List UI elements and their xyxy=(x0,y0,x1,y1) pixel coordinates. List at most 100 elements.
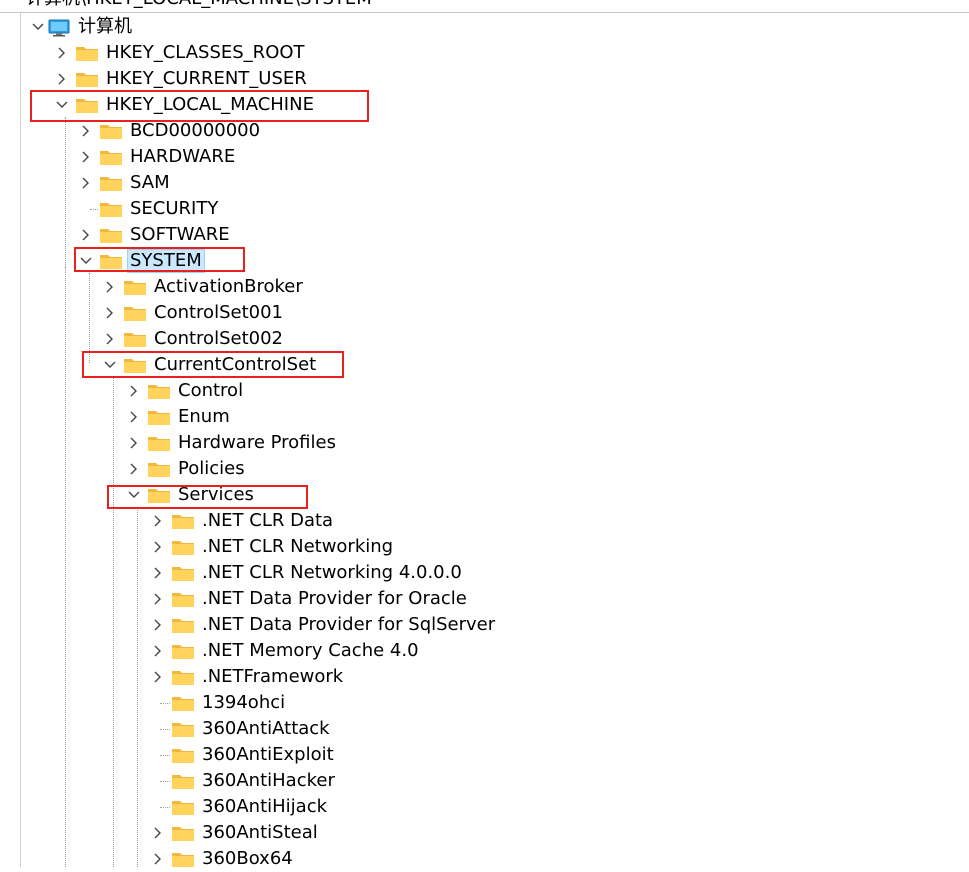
chevron-right-icon[interactable] xyxy=(78,227,94,243)
chevron-right-icon[interactable] xyxy=(102,305,118,321)
tree-node-label: HKEY_CLASSES_ROOT xyxy=(106,42,305,63)
folder-icon xyxy=(172,539,194,555)
tree-node-label: 360AntiHijack xyxy=(202,796,328,817)
tree-node-label: 360AntiExploit xyxy=(202,744,334,765)
chevron-right-icon[interactable] xyxy=(126,409,142,425)
guide-line xyxy=(65,117,66,267)
folder-icon xyxy=(172,747,194,763)
guide-line xyxy=(113,377,114,867)
tree-node-hardware[interactable]: HARDWARE xyxy=(78,144,237,170)
folder-icon xyxy=(148,409,170,425)
folder-icon xyxy=(100,149,122,165)
chevron-right-icon[interactable] xyxy=(150,591,166,607)
chevron-right-icon[interactable] xyxy=(150,669,166,685)
no-expander xyxy=(150,747,166,763)
folder-icon xyxy=(148,461,170,477)
tree-node-service[interactable]: .NET CLR Data xyxy=(150,508,335,534)
chevron-right-icon[interactable] xyxy=(54,45,70,61)
tree-node-label: .NETFramework xyxy=(202,666,344,687)
chevron-right-icon[interactable] xyxy=(126,383,142,399)
tree-node-hkey-current-user[interactable]: HKEY_CURRENT_USER xyxy=(54,66,309,92)
folder-icon xyxy=(124,331,146,347)
tree-node-label: HKEY_CURRENT_USER xyxy=(106,68,307,89)
tree-node-label: SECURITY xyxy=(130,198,219,219)
folder-icon xyxy=(172,773,194,789)
folder-icon xyxy=(172,565,194,581)
folder-icon xyxy=(100,123,122,139)
guide-line xyxy=(137,507,138,867)
no-expander xyxy=(78,201,94,217)
tree-node-security[interactable]: SECURITY xyxy=(78,196,220,222)
tree-node-service[interactable]: 360AntiHacker xyxy=(150,768,337,794)
highlight-box-system xyxy=(74,247,245,272)
tree-node-service[interactable]: 360AntiExploit xyxy=(150,742,336,768)
tree-node-label: SAM xyxy=(130,172,170,193)
folder-icon xyxy=(100,175,122,191)
tree-node-service[interactable]: .NET Memory Cache 4.0 xyxy=(150,638,421,664)
tree-node-service[interactable]: .NETFramework xyxy=(150,664,345,690)
tree-node-service[interactable]: .NET Data Provider for SqlServer xyxy=(150,612,497,638)
folder-icon xyxy=(172,851,194,867)
no-expander xyxy=(150,799,166,815)
tree-node-label: Control xyxy=(178,380,244,401)
tree-node-service[interactable]: 360Box64 xyxy=(150,846,295,872)
tree-node-label: SOFTWARE xyxy=(130,224,230,245)
folder-icon xyxy=(124,305,146,321)
tree-node-control[interactable]: Control xyxy=(126,378,245,404)
folder-icon xyxy=(76,45,98,61)
tree-node-label: 360AntiHacker xyxy=(202,770,335,791)
tree-node-service[interactable]: 1394ohci xyxy=(150,690,287,716)
tree-node-label: 计算机 xyxy=(78,16,132,37)
folder-icon xyxy=(172,513,194,529)
tree-node-activationbroker[interactable]: ActivationBroker xyxy=(102,274,305,300)
chevron-right-icon[interactable] xyxy=(150,851,166,867)
chevron-right-icon[interactable] xyxy=(150,539,166,555)
tree-node-service[interactable]: 360AntiHijack xyxy=(150,794,329,820)
chevron-right-icon[interactable] xyxy=(102,331,118,347)
tree-node-hardware-profiles[interactable]: Hardware Profiles xyxy=(126,430,338,456)
guide-line xyxy=(65,267,66,867)
highlight-box-hklm xyxy=(30,90,369,122)
folder-icon xyxy=(100,201,122,217)
tree-node-label: ActivationBroker xyxy=(154,276,303,297)
tree-node-service[interactable]: .NET Data Provider for Oracle xyxy=(150,586,469,612)
tree-node-label: Policies xyxy=(178,458,245,479)
chevron-down-icon[interactable] xyxy=(30,19,46,35)
chevron-right-icon[interactable] xyxy=(78,149,94,165)
chevron-right-icon[interactable] xyxy=(54,71,70,87)
tree-node-controlset001[interactable]: ControlSet001 xyxy=(102,300,285,326)
chevron-right-icon[interactable] xyxy=(150,565,166,581)
chevron-right-icon[interactable] xyxy=(78,123,94,139)
chevron-right-icon[interactable] xyxy=(126,461,142,477)
chevron-right-icon[interactable] xyxy=(150,513,166,529)
highlight-box-services xyxy=(107,485,308,509)
tree-node-service[interactable]: 360AntiSteal xyxy=(150,820,320,846)
folder-icon xyxy=(172,825,194,841)
folder-icon xyxy=(172,669,194,685)
folder-icon xyxy=(124,279,146,295)
tree-node-computer[interactable]: 计算机 xyxy=(30,14,134,40)
chevron-right-icon[interactable] xyxy=(150,617,166,633)
tree-node-sam[interactable]: SAM xyxy=(78,170,172,196)
tree-node-label: .NET CLR Networking xyxy=(202,536,394,557)
no-expander xyxy=(150,695,166,711)
tree-node-label: .NET Data Provider for SqlServer xyxy=(202,614,496,635)
tree-node-label: 1394ohci xyxy=(202,692,286,713)
chevron-right-icon[interactable] xyxy=(150,825,166,841)
tree-node-service[interactable]: .NET CLR Networking xyxy=(150,534,395,560)
no-expander xyxy=(150,721,166,737)
chevron-right-icon[interactable] xyxy=(102,279,118,295)
tree-node-software[interactable]: SOFTWARE xyxy=(78,222,232,248)
chevron-right-icon[interactable] xyxy=(78,175,94,191)
tree-node-service[interactable]: 360AntiAttack xyxy=(150,716,332,742)
tree-node-service[interactable]: .NET CLR Networking 4.0.0.0 xyxy=(150,560,464,586)
tree-node-enum[interactable]: Enum xyxy=(126,404,232,430)
tree-node-label: .NET CLR Data xyxy=(202,510,334,531)
chevron-right-icon[interactable] xyxy=(126,435,142,451)
tree-node-controlset002[interactable]: ControlSet002 xyxy=(102,326,285,352)
guide-line xyxy=(89,273,90,363)
chevron-right-icon[interactable] xyxy=(150,643,166,659)
tree-node-label: 360AntiAttack xyxy=(202,718,330,739)
tree-node-policies[interactable]: Policies xyxy=(126,456,247,482)
tree-node-hkey-classes-root[interactable]: HKEY_CLASSES_ROOT xyxy=(54,40,307,66)
